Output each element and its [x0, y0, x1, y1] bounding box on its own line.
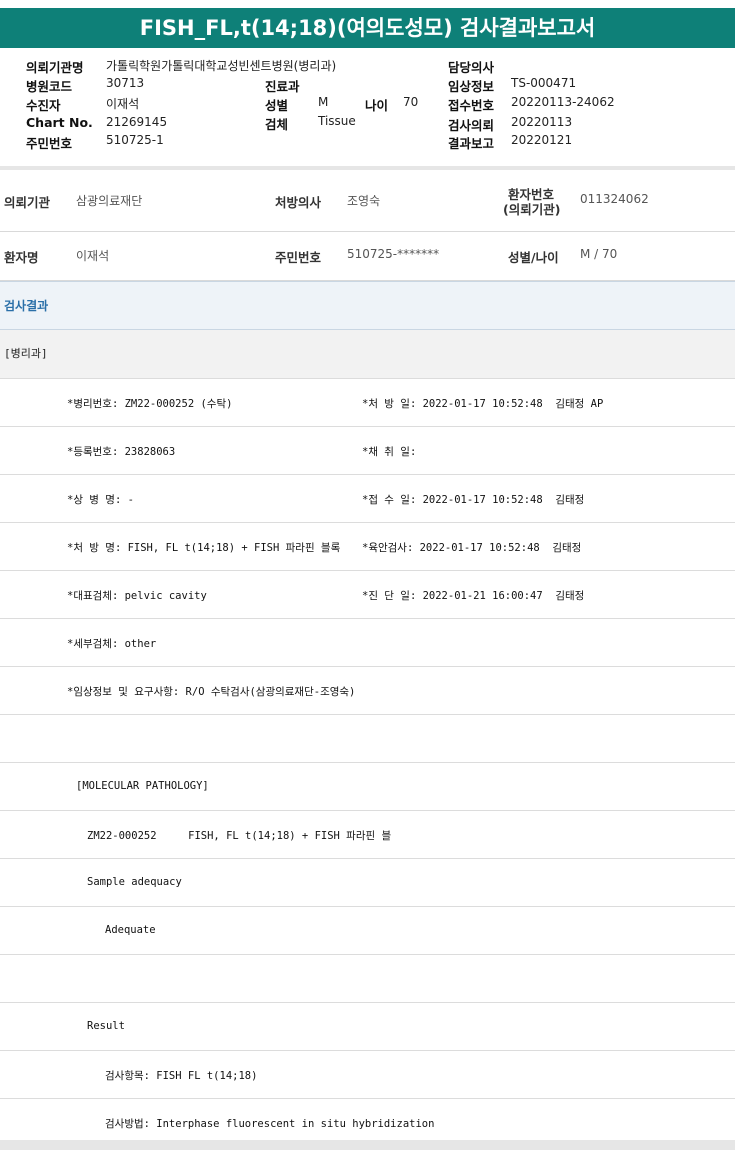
prescriber-value: 조영숙	[347, 194, 381, 208]
gross-exam-date: *육안검사: 2022-01-17 10:52:48 김태정	[362, 542, 582, 554]
order-date: *처 방 일: 2022-01-17 10:52:48 김태정 AP	[362, 398, 604, 410]
result-row: *처 방 명: FISH, FL t(14;18) + FISH 파라핀 블록 …	[0, 523, 735, 571]
clinical-info-label: 임상정보	[448, 79, 495, 94]
info-row-patient: 환자명 이재석 주민번호 510725-******* 성별/나이 M / 70	[0, 232, 735, 281]
name-label: 환자명	[4, 250, 39, 265]
specimen-label: 검체	[265, 117, 289, 132]
test-summary-line: ZM22-000252 FISH, FL t(14;18) + FISH 파라핀…	[87, 830, 392, 842]
report-date-value: 20220121	[511, 133, 573, 147]
report-header: 의뢰기관명 가톨릭학원가톨릭대학교성빈센트병원(병리과) 담당의사 병원코드 3…	[0, 52, 735, 164]
collection-date: *채 취 일:	[362, 446, 417, 458]
req-inst-label: 의뢰기관	[4, 195, 51, 210]
department-label: 진료과	[265, 79, 300, 94]
receipt-value: 20220113-24062	[511, 95, 615, 109]
request-label: 검사의뢰	[448, 118, 495, 133]
result-row: *세부검체: other	[0, 619, 735, 667]
result-row-empty	[0, 715, 735, 763]
result-row: Adequate	[0, 907, 735, 955]
sex-value: M	[318, 95, 329, 109]
result-row: *상 병 명: - *접 수 일: 2022-01-17 10:52:48 김태…	[0, 475, 735, 523]
institution-label: 의뢰기관명	[26, 60, 84, 75]
result-row: 검사방법: Interphase fluorescent in situ hyb…	[0, 1099, 735, 1140]
doctor-label: 담당의사	[448, 60, 495, 75]
info-rrn-label: 주민번호	[275, 250, 322, 265]
rrn-value: 510725-1	[106, 133, 164, 147]
result-row: *대표검체: pelvic cavity *진 단 일: 2022-01-21 …	[0, 571, 735, 619]
info-rrn-value: 510725-*******	[347, 247, 440, 261]
result-heading: Result	[87, 1020, 125, 1032]
diagnosis-name: *상 병 명: -	[67, 494, 134, 506]
result-row: 검사항목: FISH FL t(14;18)	[0, 1051, 735, 1099]
result-row-empty	[0, 955, 735, 1003]
diagnosis-date: *진 단 일: 2022-01-21 16:00:47 김태정	[362, 590, 585, 602]
result-row: ZM22-000252 FISH, FL t(14;18) + FISH 파라핀…	[0, 811, 735, 859]
info-row-institution: 의뢰기관 삼광의료재단 처방의사 조영숙 환자번호 (의뢰기관) 0113240…	[0, 170, 735, 232]
report-title: FISH_FL,t(14;18)(여의도성모) 검사결과보고서	[0, 8, 735, 48]
test-method: 검사방법: Interphase fluorescent in situ hyb…	[105, 1118, 435, 1130]
main-specimen: *대표검체: pelvic cavity	[67, 590, 207, 602]
age-label: 나이	[365, 98, 389, 113]
result-row: Sample adequacy	[0, 859, 735, 907]
receipt-label: 접수번호	[448, 98, 495, 113]
receipt-date: *접 수 일: 2022-01-17 10:52:48 김태정	[362, 494, 585, 506]
age-value: 70	[403, 95, 419, 109]
registration-number: *등록번호: 23828063	[67, 446, 176, 458]
sample-adequacy-heading: Sample adequacy	[87, 876, 182, 888]
result-row: [MOLECULAR PATHOLOGY]	[0, 763, 735, 811]
detail-specimen: *세부검체: other	[67, 638, 157, 650]
report-date-label: 결과보고	[448, 136, 495, 151]
hospital-code-value: 30713	[106, 76, 145, 90]
clinical-request: *임상정보 및 요구사항: R/O 수탁검사(삼광의료재단-조영숙)	[67, 686, 356, 698]
request-value: 20220113	[511, 115, 573, 129]
chart-label: Chart No.	[26, 115, 93, 130]
sexage-label: 성별/나이	[508, 250, 559, 265]
sex-label: 성별	[265, 98, 289, 113]
sexage-value: M / 70	[580, 247, 618, 261]
result-row: *등록번호: 23828063 *채 취 일:	[0, 427, 735, 475]
result-row: *임상정보 및 요구사항: R/O 수탁검사(삼광의료재단-조영숙)	[0, 667, 735, 715]
sample-adequacy-value: Adequate	[105, 924, 156, 936]
patient-value: 이재석	[106, 97, 140, 111]
patient-no-value: 011324062	[580, 192, 649, 206]
result-row: *병리번호: ZM22-000252 (수탁) *처 방 일: 2022-01-…	[0, 379, 735, 427]
bottom-band	[0, 1140, 735, 1150]
order-name: *처 방 명: FISH, FL t(14;18) + FISH 파라핀 블록	[67, 542, 341, 554]
chart-value: 21269145	[106, 115, 168, 129]
req-inst-value: 삼광의료재단	[76, 194, 143, 208]
pathology-subheader: [병리과]	[0, 330, 735, 379]
pathology-number: *병리번호: ZM22-000252 (수탁)	[67, 398, 233, 410]
patient-label: 수진자	[26, 98, 61, 113]
rrn-label: 주민번호	[26, 136, 73, 151]
result-row: Result	[0, 1003, 735, 1051]
result-section-header: 검사결과	[0, 281, 735, 330]
institution-value: 가톨릭학원가톨릭대학교성빈센트병원(병리과)	[106, 59, 337, 73]
test-item: 검사항목: FISH FL t(14;18)	[105, 1070, 258, 1082]
patient-no-sublabel: (의뢰기관)	[503, 202, 561, 217]
specimen-value: Tissue	[318, 114, 356, 128]
clinical-info-value: TS-000471	[511, 76, 577, 90]
hospital-code-label: 병원코드	[26, 79, 73, 94]
molecular-pathology-heading: [MOLECULAR PATHOLOGY]	[76, 780, 209, 792]
name-value: 이재석	[76, 249, 110, 263]
prescriber-label: 처방의사	[275, 195, 322, 210]
